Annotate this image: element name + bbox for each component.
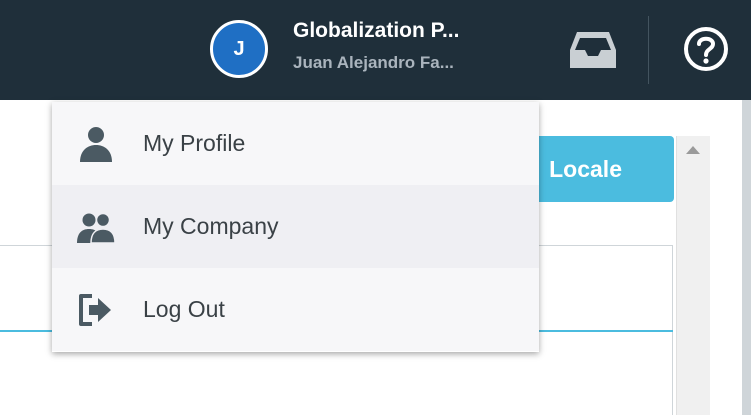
- inbox-icon[interactable]: [568, 30, 618, 70]
- right-edge-strip: [742, 100, 751, 415]
- avatar-initial: J: [233, 37, 245, 60]
- people-icon: [76, 207, 116, 247]
- help-icon[interactable]: [683, 26, 729, 72]
- locale-button-label: Locale: [549, 155, 622, 182]
- menu-item-log-out[interactable]: Log Out: [52, 268, 539, 351]
- menu-item-label: My Company: [143, 213, 279, 239]
- person-icon: [76, 124, 116, 164]
- menu-item-label: Log Out: [143, 296, 225, 322]
- user-dropdown-menu: My Profile My Company Log Out: [52, 102, 539, 352]
- user-avatar[interactable]: J: [210, 20, 268, 78]
- scroll-up-arrow-icon[interactable]: [686, 146, 700, 154]
- logout-icon: [76, 290, 116, 330]
- menu-item-label: My Profile: [143, 130, 246, 156]
- menu-item-my-profile[interactable]: My Profile: [52, 102, 539, 185]
- menu-item-my-company[interactable]: My Company: [52, 185, 539, 268]
- user-name[interactable]: Juan Alejandro Fa...: [293, 53, 508, 73]
- top-bar: J Globalization P... Juan Alejandro Fa..…: [0, 0, 751, 100]
- scrollbar[interactable]: [676, 136, 710, 415]
- header-divider: [648, 16, 649, 84]
- organization-name[interactable]: Globalization P...: [293, 19, 508, 43]
